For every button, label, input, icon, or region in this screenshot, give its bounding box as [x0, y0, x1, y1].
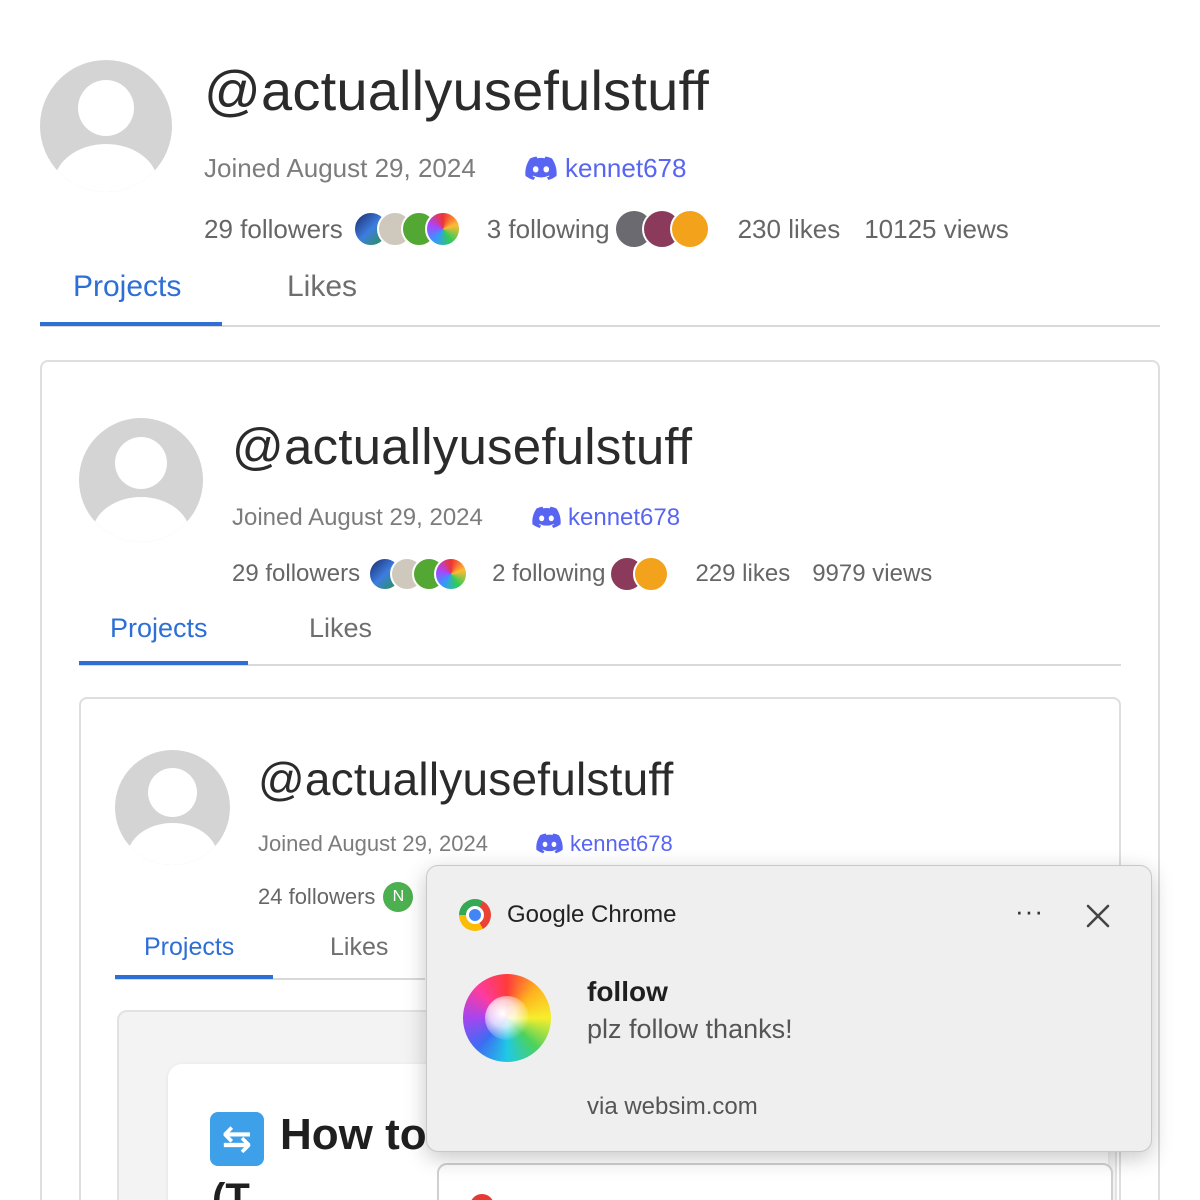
views-count: 9979 views: [812, 560, 933, 587]
following-avatars[interactable]: [613, 209, 710, 249]
discord-icon: [532, 506, 561, 528]
joined-date: Joined August 29, 2024: [258, 831, 488, 856]
follower-avatar: [434, 557, 469, 591]
notification-message: plz follow thanks!: [587, 1014, 793, 1044]
swirl-icon: [463, 974, 551, 1062]
repeat-icon: ⇆: [210, 1112, 264, 1166]
tab-projects[interactable]: Projects: [144, 933, 234, 962]
joined-date: Joined August 29, 2024: [204, 153, 476, 183]
joined-date: Joined August 29, 2024: [232, 504, 483, 531]
profile-handle: @actuallyusefulstuff: [232, 418, 693, 475]
followers-count[interactable]: 29 followers: [204, 214, 343, 245]
follower-avatar[interactable]: N: [383, 882, 414, 912]
discord-username: kennet678: [568, 504, 681, 531]
hidden-card-edge: [437, 1163, 1113, 1200]
followers-count[interactable]: 24 followers: [258, 884, 375, 910]
following-avatar: [633, 556, 670, 592]
profile-avatar: [40, 60, 172, 192]
following-count[interactable]: 2 following: [492, 560, 605, 588]
chrome-notification[interactable]: Google Chrome ··· follow plz follow than…: [426, 865, 1152, 1152]
profile-handle: @actuallyusefulstuff: [258, 753, 674, 805]
profile-avatar: [115, 750, 230, 865]
profile-stats: 29 followers 2 following 229 likes 9979 …: [232, 556, 932, 592]
discord-link[interactable]: kennet678: [532, 504, 680, 532]
following-count[interactable]: 3 following: [487, 214, 610, 245]
notification-source: via websim.com: [587, 1093, 758, 1120]
discord-username: kennet678: [565, 153, 687, 183]
tab-projects[interactable]: Projects: [110, 613, 208, 644]
notification-app-name: Google Chrome: [507, 901, 677, 928]
likes-count: 230 likes: [737, 213, 841, 244]
discord-icon: [525, 156, 557, 180]
profile-handle: @actuallyusefulstuff: [204, 59, 709, 122]
follower-avatar: [424, 211, 461, 247]
likes-count: 229 likes: [695, 560, 791, 587]
profile-avatar: [79, 418, 203, 542]
close-icon[interactable]: [1083, 901, 1113, 931]
profile-stats: 29 followers 3 following 230 likes 10125…: [204, 209, 1009, 249]
tab-likes[interactable]: Likes: [309, 613, 372, 644]
following-avatars[interactable]: [609, 556, 670, 592]
views-count: 10125 views: [864, 213, 1009, 244]
tab-likes[interactable]: Likes: [287, 270, 357, 304]
active-tab-indicator: [115, 975, 273, 979]
active-tab-indicator: [79, 661, 248, 665]
follower-avatars[interactable]: [352, 211, 461, 247]
tab-projects[interactable]: Projects: [73, 270, 181, 304]
notification-title: follow: [587, 976, 668, 1007]
more-icon[interactable]: ···: [1015, 896, 1044, 927]
active-tab-indicator: [40, 322, 222, 326]
followers-count[interactable]: 29 followers: [232, 560, 360, 588]
following-avatar: [669, 209, 710, 249]
discord-link[interactable]: kennet678: [536, 831, 673, 857]
discord-icon: [536, 833, 563, 854]
discord-username: kennet678: [570, 831, 673, 856]
follower-avatars[interactable]: [368, 557, 469, 591]
project-title-continued: (T: [212, 1176, 250, 1200]
profile-stats: 24 followers N: [258, 880, 414, 914]
tab-likes[interactable]: Likes: [330, 933, 388, 962]
discord-link[interactable]: kennet678: [525, 153, 686, 184]
chrome-icon: [459, 899, 491, 931]
